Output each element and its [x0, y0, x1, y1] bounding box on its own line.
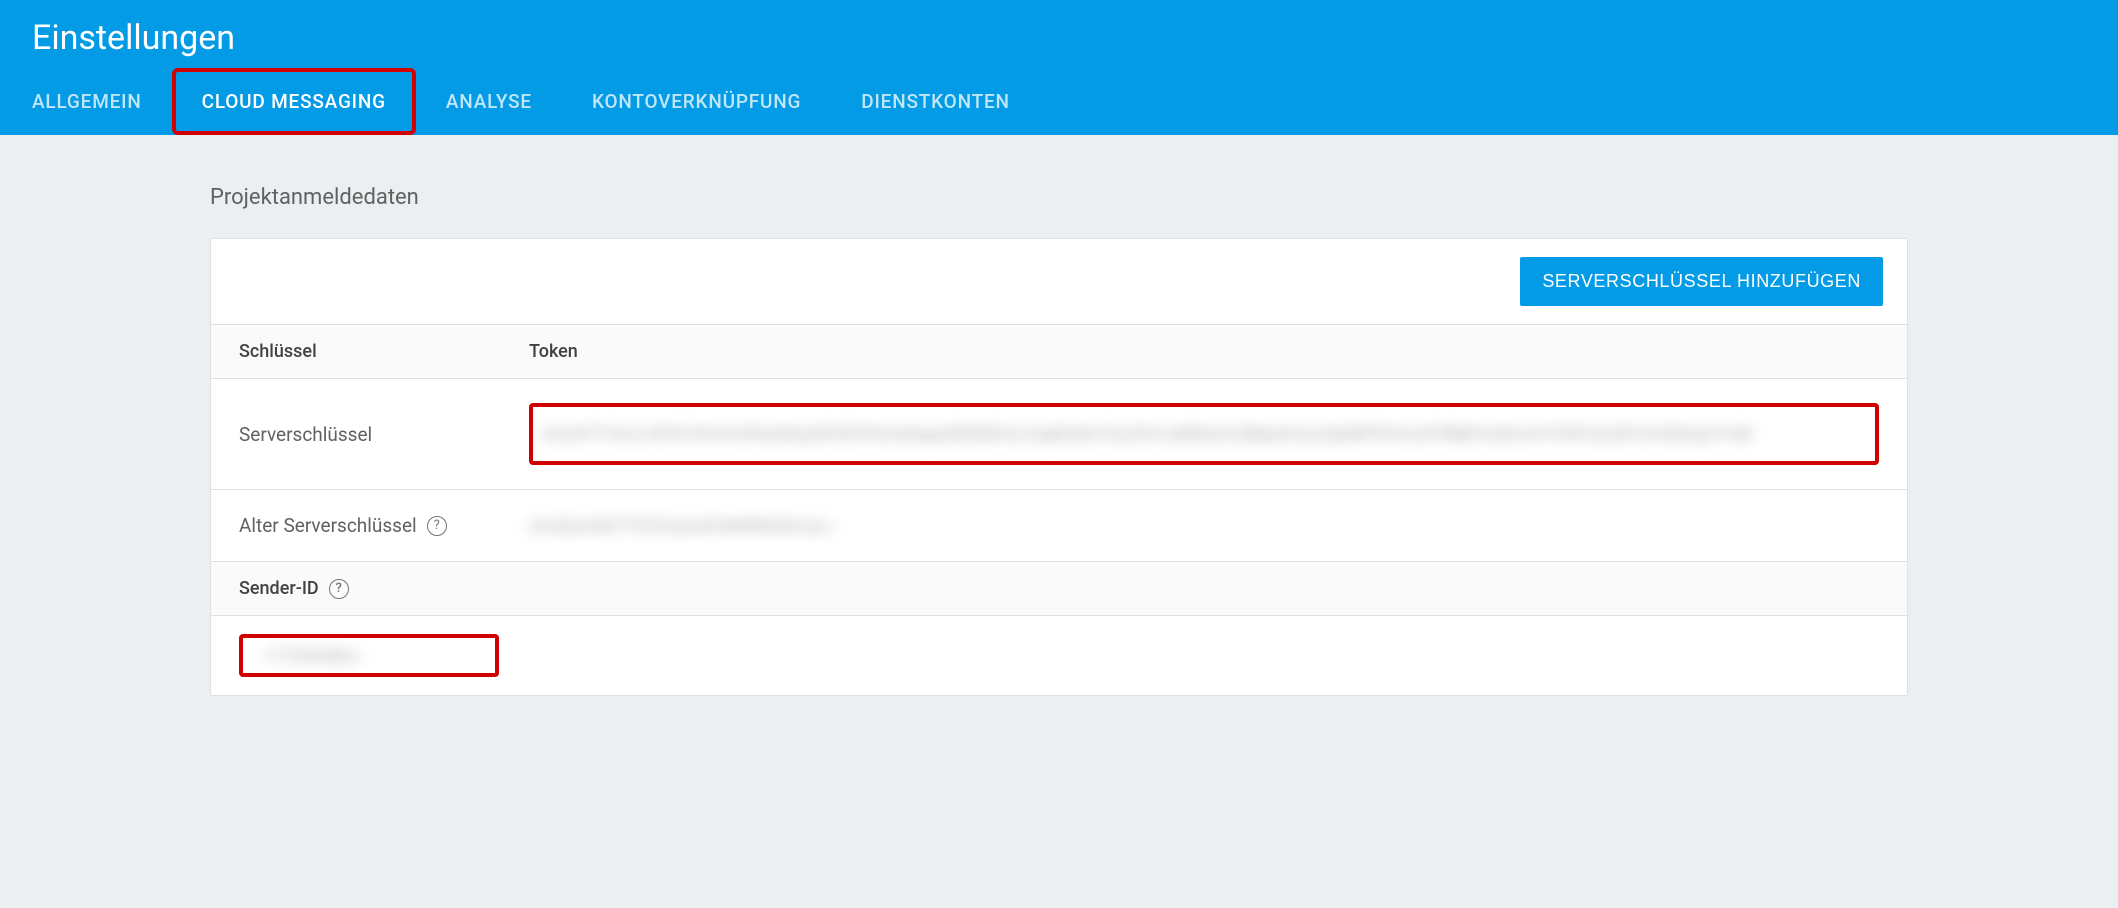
table-row: Serverschlüssel AAAAFTY3oLLAPA91bHnmHRna…: [211, 379, 1907, 490]
add-server-key-button[interactable]: SERVERSCHLÜSSEL HINZUFÜGEN: [1520, 257, 1883, 306]
card-actions: SERVERSCHLÜSSEL HINZUFÜGEN: [211, 239, 1907, 325]
server-key-label: Serverschlüssel: [239, 423, 372, 446]
tab-kontoverknuepfung[interactable]: KONTOVERKNÜPFUNG: [562, 68, 831, 135]
column-token: Token: [529, 341, 1879, 362]
legacy-key-label: Alter Serverschlüssel: [239, 514, 417, 537]
tab-dienstkonten[interactable]: DIENSTKONTEN: [831, 68, 1040, 135]
tab-allgemein[interactable]: ALLGEMEIN: [32, 68, 172, 135]
column-key: Schlüssel: [239, 341, 529, 362]
sender-id-label: Sender-ID: [239, 578, 319, 599]
sender-id-row: 177036288xx: [211, 616, 1907, 695]
row-label-legacy-key: Alter Serverschlüssel ?: [239, 514, 529, 537]
page-title: Einstellungen: [0, 0, 2118, 68]
legacy-key-token: AIzaSyAxRG7THFGrujowKUMdNhhkGLqLo: [529, 516, 832, 535]
tab-analyse[interactable]: ANALYSE: [416, 68, 562, 135]
section-title: Projektanmeldedaten: [210, 185, 1908, 210]
row-value: AAAAFTY3oLLAPA91bHnmHRnadHpyWlrWVPdsVqHp…: [529, 403, 1879, 465]
server-key-token-highlight: AAAAFTY3oLLAPA91bHnmHRnadHpyWlrWVPdsVqHp…: [529, 403, 1879, 465]
tab-cloud-messaging[interactable]: CLOUD MESSAGING: [172, 68, 416, 135]
sender-id-highlight: 177036288xx: [239, 634, 499, 677]
table-row: Alter Serverschlüssel ? AIzaSyAxRG7THFGr…: [211, 490, 1907, 562]
sender-id-header: Sender-ID ?: [211, 562, 1907, 616]
row-label-server-key: Serverschlüssel: [239, 423, 529, 446]
sender-id-value: 177036288xx: [263, 646, 360, 665]
help-icon[interactable]: ?: [329, 579, 349, 599]
tabs: ALLGEMEIN CLOUD MESSAGING ANALYSE KONTOV…: [0, 68, 2118, 135]
help-icon[interactable]: ?: [427, 516, 447, 536]
header: Einstellungen ALLGEMEIN CLOUD MESSAGING …: [0, 0, 2118, 135]
server-key-token: AAAAFTY3oLLAPA91bHnmHRnadHpyWlrWVPdsVqHp…: [541, 421, 1752, 447]
credentials-card: SERVERSCHLÜSSEL HINZUFÜGEN Schlüssel Tok…: [210, 238, 1908, 696]
table-header: Schlüssel Token: [211, 325, 1907, 379]
row-value: AIzaSyAxRG7THFGrujowKUMdNhhkGLqLo: [529, 516, 1879, 535]
content: Projektanmeldedaten SERVERSCHLÜSSEL HINZ…: [0, 135, 2118, 736]
